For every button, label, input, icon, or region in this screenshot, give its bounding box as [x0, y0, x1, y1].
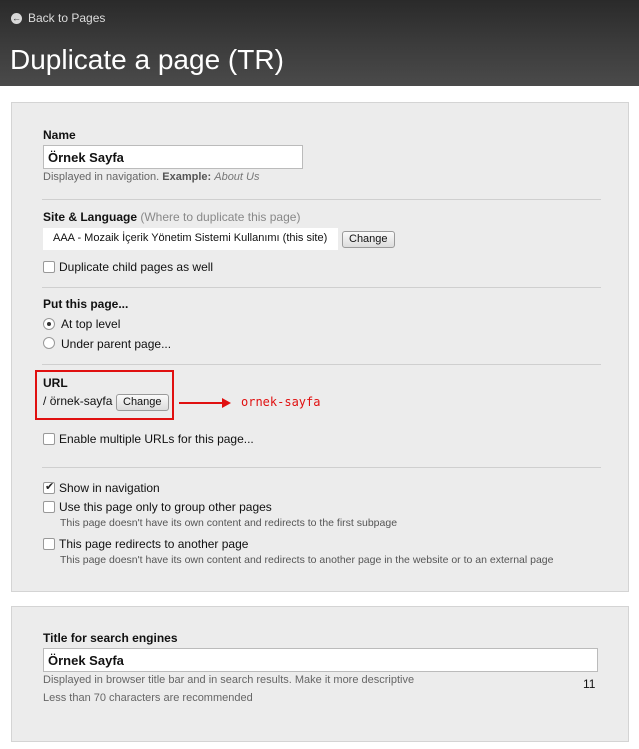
seo-char-count: 11: [583, 677, 596, 691]
annotation-arrow-line: [179, 402, 224, 404]
group-only-checkbox[interactable]: [43, 501, 55, 513]
divider: [42, 199, 601, 200]
name-help: Displayed in navigation. Example: About …: [43, 171, 259, 183]
show-in-navigation-label[interactable]: Show in navigation: [59, 481, 160, 495]
site-selection-value: AAA - Mozaik İçerik Yönetim Sistemi Kull…: [43, 228, 338, 250]
seo-title-input[interactable]: [43, 648, 598, 672]
name-label: Name: [43, 128, 76, 142]
duplicate-children-checkbox[interactable]: [43, 261, 55, 273]
group-only-label[interactable]: Use this page only to group other pages: [59, 500, 272, 514]
url-annotation-text: ornek-sayfa: [241, 395, 321, 409]
page-settings-panel: Name Displayed in navigation. Example: A…: [11, 102, 629, 592]
divider: [42, 287, 601, 288]
back-label: Back to Pages: [28, 11, 106, 25]
show-in-navigation-checkbox[interactable]: [43, 480, 55, 494]
duplicate-children-label[interactable]: Duplicate child pages as well: [59, 260, 213, 274]
site-language-label: Site & Language (Where to duplicate this…: [43, 210, 300, 224]
name-help-text: Displayed in navigation.: [43, 171, 160, 183]
divider: [42, 364, 601, 365]
page-title: Duplicate a page (TR): [10, 44, 284, 75]
site-language-note: (Where to duplicate this page): [140, 210, 301, 224]
site-change-button[interactable]: Change: [342, 231, 395, 248]
radio-under-parent-label[interactable]: Under parent page...: [61, 337, 171, 351]
divider: [42, 467, 601, 468]
multiple-urls-checkbox[interactable]: [43, 433, 55, 445]
name-input[interactable]: [43, 145, 303, 169]
back-to-pages-link[interactable]: ← Back to Pages: [11, 11, 105, 25]
radio-top-level-label[interactable]: At top level: [61, 317, 120, 331]
seo-panel: Title for search engines Displayed in br…: [11, 606, 629, 742]
site-language-title: Site & Language: [43, 210, 138, 224]
redirect-checkbox[interactable]: [43, 538, 55, 550]
name-example-value: About Us: [214, 171, 260, 183]
placement-label: Put this page...: [43, 297, 129, 311]
seo-title-label: Title for search engines: [43, 631, 178, 645]
url-highlight-box: [35, 370, 174, 420]
multiple-urls-label[interactable]: Enable multiple URLs for this page...: [59, 432, 254, 446]
group-only-help: This page doesn't have its own content a…: [60, 517, 398, 529]
seo-recommendation: Less than 70 characters are recommended: [43, 692, 253, 704]
redirect-label[interactable]: This page redirects to another page: [59, 537, 248, 551]
page-header: ← Back to Pages Duplicate a page (TR): [0, 0, 639, 86]
name-example-label: Example:: [162, 171, 212, 183]
annotation-arrow-icon: [222, 398, 231, 408]
radio-top-level[interactable]: [43, 318, 55, 330]
seo-title-help: Displayed in browser title bar and in se…: [43, 674, 415, 686]
arrow-left-icon: ←: [11, 12, 22, 24]
redirect-help: This page doesn't have its own content a…: [60, 554, 554, 566]
radio-under-parent[interactable]: [43, 337, 55, 349]
